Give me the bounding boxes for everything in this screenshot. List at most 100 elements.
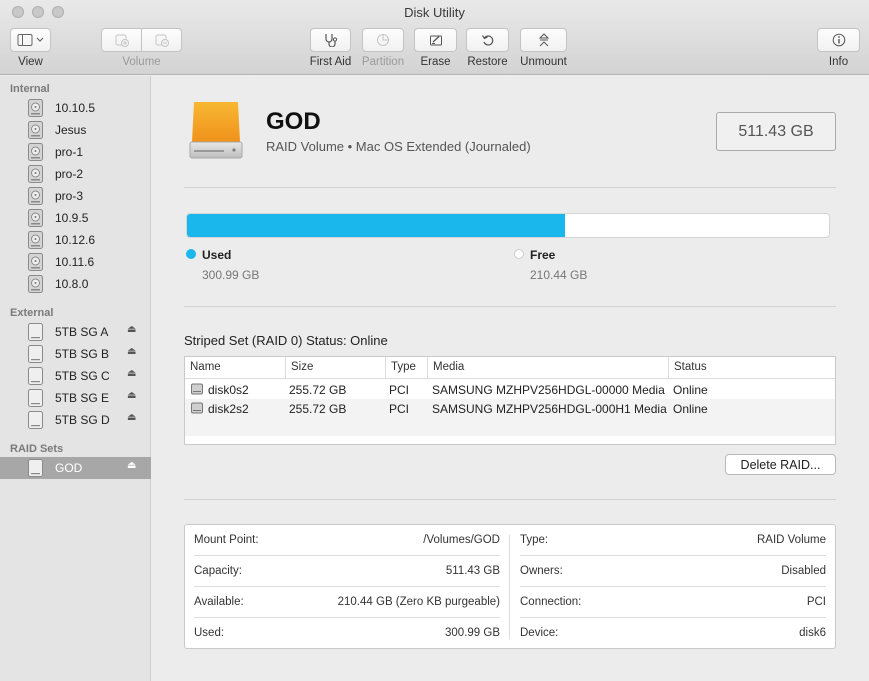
eject-icon[interactable]: ⏏ xyxy=(127,368,136,379)
eject-icon[interactable]: ⏏ xyxy=(127,324,136,335)
add-volume-button[interactable] xyxy=(101,28,142,52)
info-value: PCI xyxy=(806,596,826,608)
sidebar-item-jesus[interactable]: Jesus xyxy=(0,119,151,141)
main-panel: GOD RAID Volume • Mac OS Extended (Journ… xyxy=(152,76,869,681)
raid-members-table: Name Size Type Media Status disk0s2 255.7… xyxy=(184,356,836,445)
table-row-empty xyxy=(185,417,835,436)
remove-volume-icon xyxy=(155,34,169,47)
sidebar-item-5tb-sg-a[interactable]: 5TB SG A ⏏ xyxy=(0,321,151,343)
cell-status: Online xyxy=(673,402,708,416)
info-row-owners: Owners: Disabled xyxy=(520,556,826,587)
internal-disk-icon xyxy=(28,275,43,293)
sidebar-item-label: 5TB SG B xyxy=(55,347,110,361)
column-header-status[interactable]: Status xyxy=(669,357,835,379)
cell-name: disk0s2 xyxy=(208,383,249,397)
sidebar-item-pro-3[interactable]: pro-3 xyxy=(0,185,151,207)
internal-disk-icon xyxy=(28,253,43,271)
free-legend-dot xyxy=(514,249,524,259)
unmount-label: Unmount xyxy=(520,56,567,68)
cell-status: Online xyxy=(673,383,708,397)
eject-icon[interactable]: ⏏ xyxy=(127,390,136,401)
erase-button[interactable] xyxy=(414,28,457,52)
info-row-connection: Connection: PCI xyxy=(520,587,826,618)
sidebar-item-5tb-sg-b[interactable]: 5TB SG B ⏏ xyxy=(0,343,151,365)
column-header-size[interactable]: Size xyxy=(286,357,386,379)
delete-raid-button[interactable]: Delete RAID... xyxy=(725,454,836,475)
divider xyxy=(184,306,836,307)
info-row-mount-point: Mount Point: /Volumes/GOD xyxy=(194,525,500,556)
sidebar-item-pro-1[interactable]: pro-1 xyxy=(0,141,151,163)
restore-label: Restore xyxy=(467,56,508,68)
external-disk-icon xyxy=(28,367,43,385)
cell-size: 255.72 GB xyxy=(289,402,347,416)
sidebar-item-god[interactable]: GOD ⏏ xyxy=(0,457,151,479)
cell-name: disk2s2 xyxy=(208,402,249,416)
sidebar-item-10-12-6[interactable]: 10.12.6 xyxy=(0,229,151,251)
column-header-name[interactable]: Name xyxy=(185,357,286,379)
info-row-device: Device: disk6 xyxy=(520,618,826,649)
disk-icon xyxy=(191,383,203,395)
sidebar-item-label: GOD xyxy=(55,461,83,475)
unmount-button[interactable] xyxy=(520,28,567,52)
partition-button[interactable] xyxy=(362,28,404,52)
sidebar-item-10-8-0[interactable]: 10.8.0 xyxy=(0,273,151,295)
info-key: Owners: xyxy=(520,565,563,577)
window-title: Disk Utility xyxy=(404,5,465,20)
sidebar-item-label: pro-2 xyxy=(55,167,84,181)
restore-button[interactable] xyxy=(466,28,509,52)
toolbar: Disk Utility View Volume First Aid Parti… xyxy=(0,0,869,75)
info-value: disk6 xyxy=(799,627,826,639)
sidebar-item-label: 5TB SG A xyxy=(55,325,109,339)
sidebar-item-5tb-sg-e[interactable]: 5TB SG E ⏏ xyxy=(0,387,151,409)
first-aid-label: First Aid xyxy=(309,56,352,68)
internal-disk-icon xyxy=(28,187,43,205)
sidebar: Internal 10.10.5 Jesus pro-1 pro-2 pro-3 10.9… xyxy=(0,76,151,681)
info-value: RAID Volume xyxy=(756,534,826,546)
sidebar-item-10-10-5[interactable]: 10.10.5 xyxy=(0,97,151,119)
view-button[interactable] xyxy=(10,28,51,52)
volume-info-panel: Mount Point: /Volumes/GOD Capacity: 511.… xyxy=(184,524,836,649)
volume-capacity-badge: 511.43 GB xyxy=(716,112,836,151)
used-legend-label: Used xyxy=(202,248,232,262)
info-key: Available: xyxy=(194,596,244,608)
sidebar-item-label: 5TB SG C xyxy=(55,369,110,383)
stethoscope-icon xyxy=(324,34,337,47)
sidebar-item-pro-2[interactable]: pro-2 xyxy=(0,163,151,185)
external-section-header: External xyxy=(10,307,54,319)
eject-icon[interactable]: ⏏ xyxy=(127,412,136,423)
sidebar-item-10-11-6[interactable]: 10.11.6 xyxy=(0,251,151,273)
info-key: Device: xyxy=(520,627,559,639)
info-value: /Volumes/GOD xyxy=(423,534,500,546)
sidebar-item-label: pro-3 xyxy=(55,189,84,203)
sidebar-item-label: pro-1 xyxy=(55,145,84,159)
divider xyxy=(184,187,836,188)
sidebar-item-label: 10.12.6 xyxy=(55,233,96,247)
column-header-media[interactable]: Media xyxy=(428,357,669,379)
eject-icon[interactable]: ⏏ xyxy=(127,346,136,357)
add-volume-icon xyxy=(115,34,129,47)
disk-icon xyxy=(191,402,203,414)
sidebar-item-5tb-sg-c[interactable]: 5TB SG C ⏏ xyxy=(0,365,151,387)
sidebar-item-label: 10.11.6 xyxy=(55,255,95,269)
table-row[interactable]: disk0s2 255.72 GB PCI SAMSUNG MZHPV256HDGL-… xyxy=(185,380,835,399)
usage-bar-used-fill xyxy=(187,214,565,237)
info-divider xyxy=(509,535,510,639)
info-value: 210.44 GB (Zero KB purgeable) xyxy=(337,596,500,608)
table-row[interactable]: disk2s2 255.72 GB PCI SAMSUNG MZHPV256HDGL-… xyxy=(185,399,835,418)
info-row-available: Available: 210.44 GB (Zero KB purgeable) xyxy=(194,587,500,618)
column-header-type[interactable]: Type xyxy=(386,357,428,379)
sidebar-item-5tb-sg-d[interactable]: 5TB SG D ⏏ xyxy=(0,409,151,431)
remove-volume-button[interactable] xyxy=(141,28,182,52)
info-button[interactable] xyxy=(817,28,860,52)
first-aid-button[interactable] xyxy=(310,28,351,52)
info-key: Capacity: xyxy=(194,565,242,577)
eject-icon[interactable]: ⏏ xyxy=(127,460,136,471)
partition-label: Partition xyxy=(361,56,405,68)
cell-media: SAMSUNG MZHPV256HDGL-00000 Media xyxy=(432,383,665,397)
external-disk-icon xyxy=(28,345,43,363)
erase-label: Erase xyxy=(420,56,451,68)
sidebar-item-label: Jesus xyxy=(55,123,87,137)
view-label: View xyxy=(18,56,43,68)
info-row-capacity: Capacity: 511.43 GB xyxy=(194,556,500,587)
sidebar-item-10-9-5[interactable]: 10.9.5 xyxy=(0,207,151,229)
